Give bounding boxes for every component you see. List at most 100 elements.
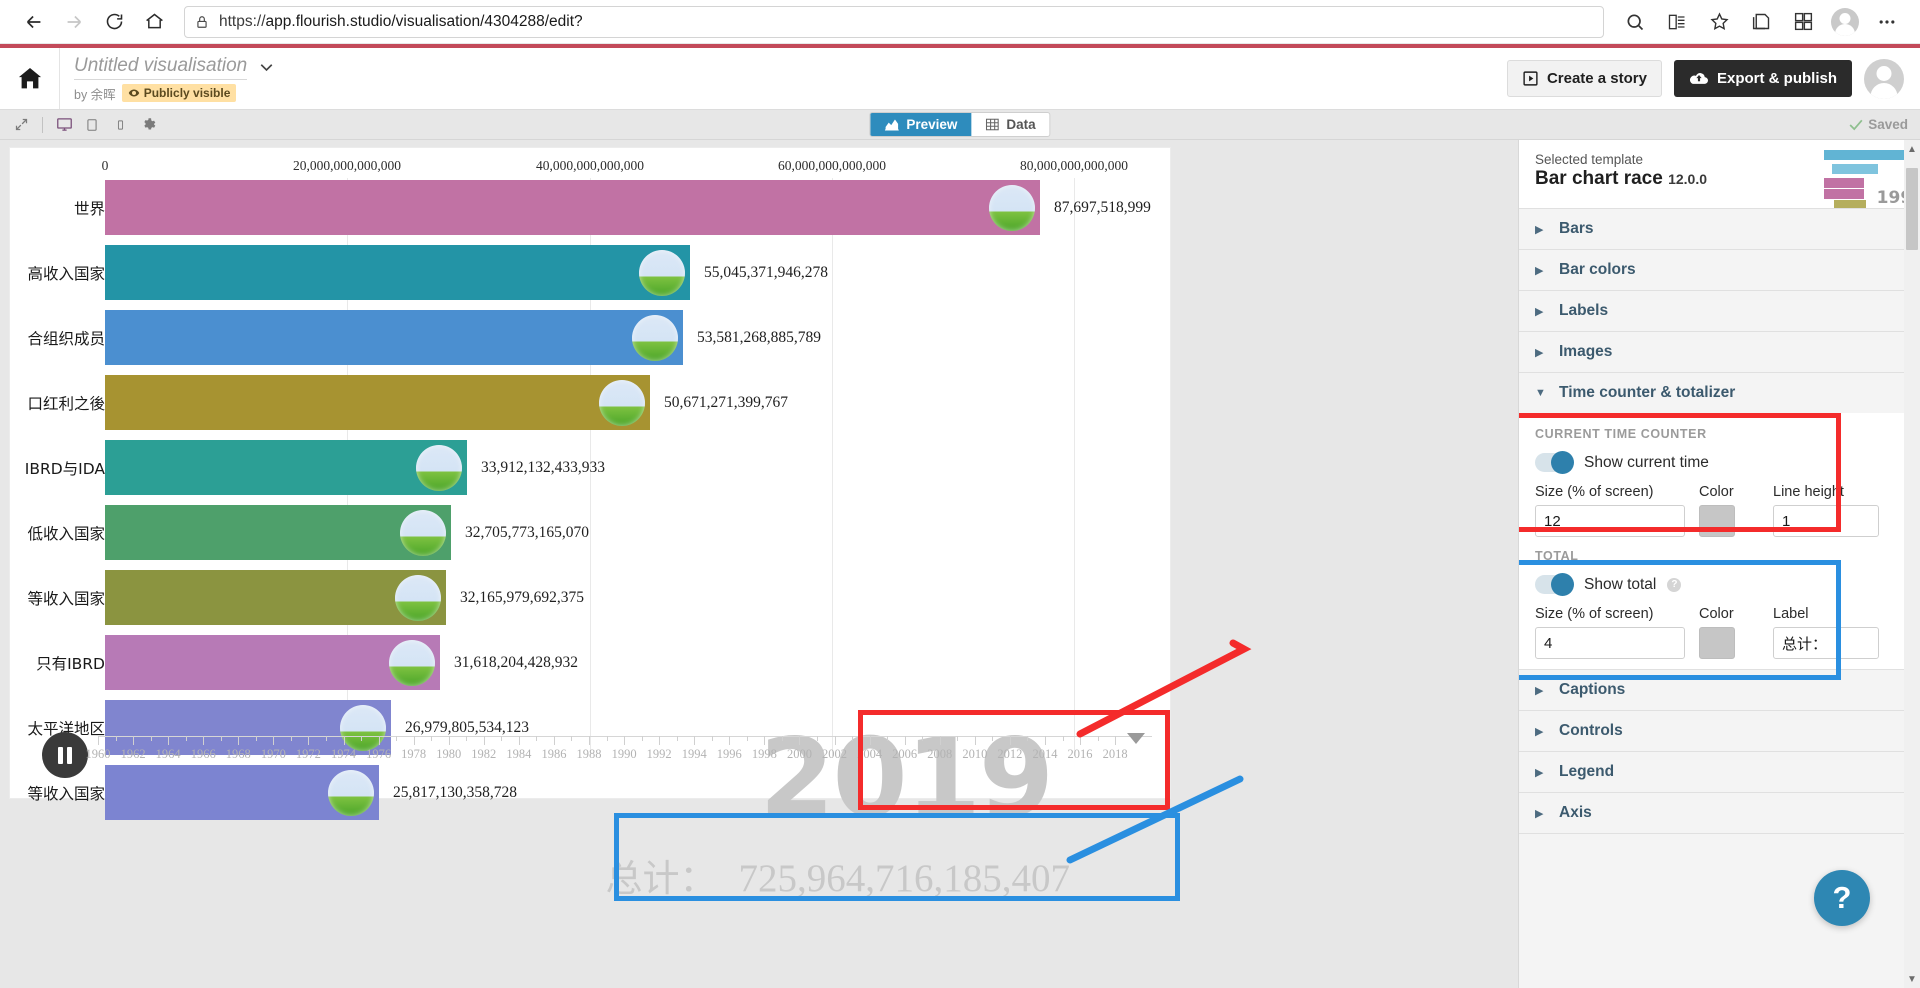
timeline-minor-tick <box>255 736 257 741</box>
bar-value-label: 33,912,132,433,933 <box>481 458 605 476</box>
gear-icon[interactable] <box>135 114 161 136</box>
bar-row[interactable]: 只有IBRD 31,618,204,428,932 <box>10 635 1170 690</box>
timeline-minor-tick <box>676 736 678 741</box>
total-heading: TOTAL <box>1535 549 1579 563</box>
totalizer: 总计： 725,964,716,185,407 <box>606 848 1071 902</box>
section-images[interactable]: ▶ Images <box>1519 331 1920 372</box>
bar-row[interactable]: 世界 87,697,518,999 <box>10 180 1170 235</box>
tablet-icon[interactable] <box>79 114 105 136</box>
current-time-fields: Size (% of screen) 12 Color Line height … <box>1535 476 1904 537</box>
total-size-input[interactable]: 4 <box>1535 627 1685 659</box>
home-icon[interactable] <box>134 5 174 39</box>
bar-row[interactable]: 合组织成员 53,581,268,885,789 <box>10 310 1170 365</box>
bar-value-label: 25,817,130,358,728 <box>393 783 517 801</box>
show-current-time-row[interactable]: Show current time <box>1535 443 1904 476</box>
reload-icon[interactable] <box>94 5 134 39</box>
back-arrow-icon[interactable] <box>14 5 54 39</box>
create-story-button[interactable]: Create a story <box>1506 60 1662 97</box>
play-pause-button[interactable] <box>42 732 88 778</box>
section-captions[interactable]: ▶ Captions <box>1519 669 1920 710</box>
bar-row[interactable]: 等收入国家 32,165,979,692,375 <box>10 570 1170 625</box>
bar-rect[interactable] <box>105 245 690 300</box>
expand-arrows-icon[interactable] <box>8 114 34 136</box>
chevron-right-icon: ▶ <box>1535 807 1544 820</box>
chevron-down-icon[interactable] <box>259 62 274 72</box>
url-text: https://app.flourish.studio/visualisatio… <box>219 12 583 30</box>
section-axis[interactable]: ▶ Axis <box>1519 792 1920 833</box>
chart-preview: 0 20,000,000,000,000 40,000,000,000,000 60,… <box>10 148 1180 901</box>
bar-rect[interactable] <box>105 440 467 495</box>
profile-icon[interactable] <box>1826 5 1864 39</box>
section-bars[interactable]: ▶ Bars <box>1519 208 1920 249</box>
scroll-down-arrow[interactable]: ▼ <box>1904 970 1920 988</box>
bar-row[interactable]: 低收入国家 32,705,773,165,070 <box>10 505 1170 560</box>
help-icon[interactable]: ? <box>1667 577 1682 592</box>
export-publish-button[interactable]: Export & publish <box>1674 60 1852 97</box>
scroll-up-arrow[interactable]: ▲ <box>1904 140 1920 158</box>
lock-icon <box>195 14 209 30</box>
x-axis-tick-label: 60,000,000,000,000 <box>778 158 886 173</box>
timeline-tick-label: 1984 <box>506 747 532 761</box>
selected-template-card[interactable]: Selected template Bar chart race 12.0.0 … <box>1519 140 1920 208</box>
address-bar[interactable]: https://app.flourish.studio/visualisatio… <box>184 5 1604 38</box>
timeline-handle[interactable] <box>1127 733 1146 744</box>
bar-rect[interactable] <box>105 180 1040 235</box>
bar-image-globe-icon <box>639 249 685 296</box>
main-area: 0 20,000,000,000,000 40,000,000,000,000 60,… <box>0 140 1920 988</box>
avatar[interactable] <box>1864 58 1904 99</box>
current-time-color-field: Color <box>1699 484 1759 537</box>
timeline-minor-tick <box>150 736 152 741</box>
bar-row[interactable]: 高收入国家 55,045,371,946,278 <box>10 245 1170 300</box>
desktop-icon[interactable] <box>51 114 77 136</box>
tab-data[interactable]: Data <box>971 113 1049 136</box>
current-time-color-swatch[interactable] <box>1699 505 1735 537</box>
search-icon[interactable] <box>1616 5 1654 39</box>
timeline-minor-tick <box>746 736 748 741</box>
current-time-lineheight-label: Line height <box>1773 484 1844 500</box>
reader-view-icon[interactable] <box>1658 5 1696 39</box>
timeline-tick-label: 1972 <box>295 747 321 761</box>
timeline-tick-label: 1980 <box>436 747 462 761</box>
section-labels[interactable]: ▶ Labels <box>1519 290 1920 331</box>
section-bar-colors[interactable]: ▶ Bar colors <box>1519 249 1920 290</box>
current-time-size-input[interactable]: 12 <box>1535 505 1685 537</box>
total-color-swatch[interactable] <box>1699 627 1735 659</box>
timeline-tick <box>203 736 205 745</box>
table-icon <box>985 118 999 131</box>
show-current-time-toggle[interactable] <box>1535 451 1574 474</box>
show-total-toggle[interactable] <box>1535 573 1574 596</box>
collections-icon[interactable] <box>1742 5 1780 39</box>
scrollbar-thumb[interactable] <box>1906 168 1918 250</box>
star-icon[interactable] <box>1700 5 1738 39</box>
timeline-tick-label: 1994 <box>681 747 707 761</box>
bar-rect[interactable] <box>105 310 683 365</box>
bar-rect[interactable] <box>105 375 650 430</box>
page-title[interactable]: Untitled visualisation <box>74 55 248 80</box>
bar-category-label: 等收入国家 <box>27 589 105 608</box>
bar-row[interactable]: IBRD与IDA 33,912,132,433,933 <box>10 440 1170 495</box>
bar-row[interactable]: 口红利之後 50,671,271,399,767 <box>10 375 1170 430</box>
timeline-tick-label: 1988 <box>576 747 602 761</box>
sidebar-scrollbar[interactable]: ▲ ▼ <box>1904 140 1920 988</box>
tab-preview[interactable]: Preview <box>870 113 972 136</box>
more-options-icon[interactable] <box>1868 5 1906 39</box>
flourish-home-icon[interactable] <box>0 48 60 109</box>
extensions-icon[interactable] <box>1784 5 1822 39</box>
status-badge[interactable]: Publicly visible <box>121 84 237 102</box>
help-button[interactable]: ? <box>1814 870 1870 926</box>
section-time-counter[interactable]: ▼ Time counter & totalizer <box>1519 372 1920 413</box>
current-time-heading: CURRENT TIME COUNTER <box>1535 427 1707 441</box>
chevron-down-icon: ▼ <box>1535 387 1546 399</box>
show-total-row[interactable]: Show total ? <box>1535 565 1904 598</box>
total-label-input[interactable]: 总计： <box>1773 627 1879 659</box>
chevron-right-icon: ▶ <box>1535 264 1544 277</box>
mobile-icon[interactable] <box>107 114 133 136</box>
x-axis-tick-label: 20,000,000,000,000 <box>293 158 401 173</box>
current-time-lineheight-input[interactable]: 1 <box>1773 505 1879 537</box>
section-legend[interactable]: ▶ Legend <box>1519 751 1920 792</box>
saved-label: Saved <box>1868 117 1908 132</box>
timeline-tick-label: 1990 <box>611 747 637 761</box>
section-controls[interactable]: ▶ Controls <box>1519 710 1920 751</box>
browser-toolbar: https://app.flourish.studio/visualisatio… <box>0 0 1920 44</box>
timeline-slider[interactable]: 1960 1962 1964 1966 1968 1970 1972 1974 1976 1978… <box>86 733 1152 764</box>
